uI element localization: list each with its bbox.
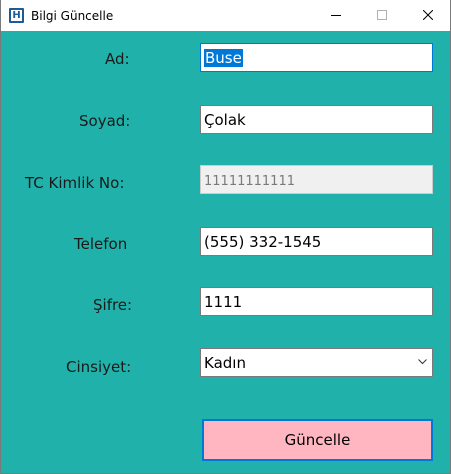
sifre-input[interactable]: 1111 bbox=[200, 287, 433, 316]
tc-kimlik-input-value: 11111111111 bbox=[204, 174, 295, 189]
maximize-button[interactable] bbox=[359, 0, 405, 30]
soyad-label: Soyad: bbox=[79, 112, 131, 130]
window-title: Bilgi Güncelle bbox=[31, 9, 114, 23]
telefon-label: Telefon bbox=[74, 235, 128, 253]
cinsiyet-select-value: Kadın bbox=[204, 354, 246, 372]
app-icon-letter: H bbox=[12, 10, 21, 21]
cinsiyet-select[interactable]: Kadın bbox=[200, 348, 433, 377]
ad-input-value: Buse bbox=[204, 49, 243, 67]
minimize-button[interactable] bbox=[313, 0, 359, 30]
ad-input[interactable]: Buse bbox=[200, 43, 433, 72]
maximize-icon bbox=[377, 10, 387, 20]
sifre-input-value: 1111 bbox=[204, 293, 243, 311]
close-icon bbox=[423, 10, 433, 20]
form-panel: Ad: Buse Soyad: Çolak TC Kimlik No: 1111… bbox=[1, 31, 450, 473]
guncelle-button[interactable]: Güncelle bbox=[202, 419, 433, 461]
telefon-input-value: (555) 332-1545 bbox=[204, 233, 322, 251]
app-icon-inner: H bbox=[11, 10, 22, 21]
minimize-icon bbox=[331, 15, 341, 16]
title-bar[interactable]: H Bilgi Güncelle bbox=[1, 0, 450, 31]
app-icon[interactable]: H bbox=[9, 8, 24, 23]
chevron-down-icon bbox=[418, 359, 427, 365]
cinsiyet-label: Cinsiyet: bbox=[66, 358, 132, 376]
telefon-input[interactable]: (555) 332-1545 bbox=[200, 227, 433, 256]
close-button[interactable] bbox=[405, 0, 450, 30]
ad-label: Ad: bbox=[105, 50, 130, 68]
app-window: H Bilgi Güncelle Ad: Buse Soyad: Çolak T… bbox=[0, 0, 451, 474]
tc-kimlik-input: 11111111111 bbox=[200, 165, 433, 194]
tc-kimlik-label: TC Kimlik No: bbox=[25, 174, 125, 192]
soyad-input-value: Çolak bbox=[204, 111, 246, 129]
sifre-label: Şifre: bbox=[93, 296, 133, 314]
soyad-input[interactable]: Çolak bbox=[200, 105, 433, 134]
